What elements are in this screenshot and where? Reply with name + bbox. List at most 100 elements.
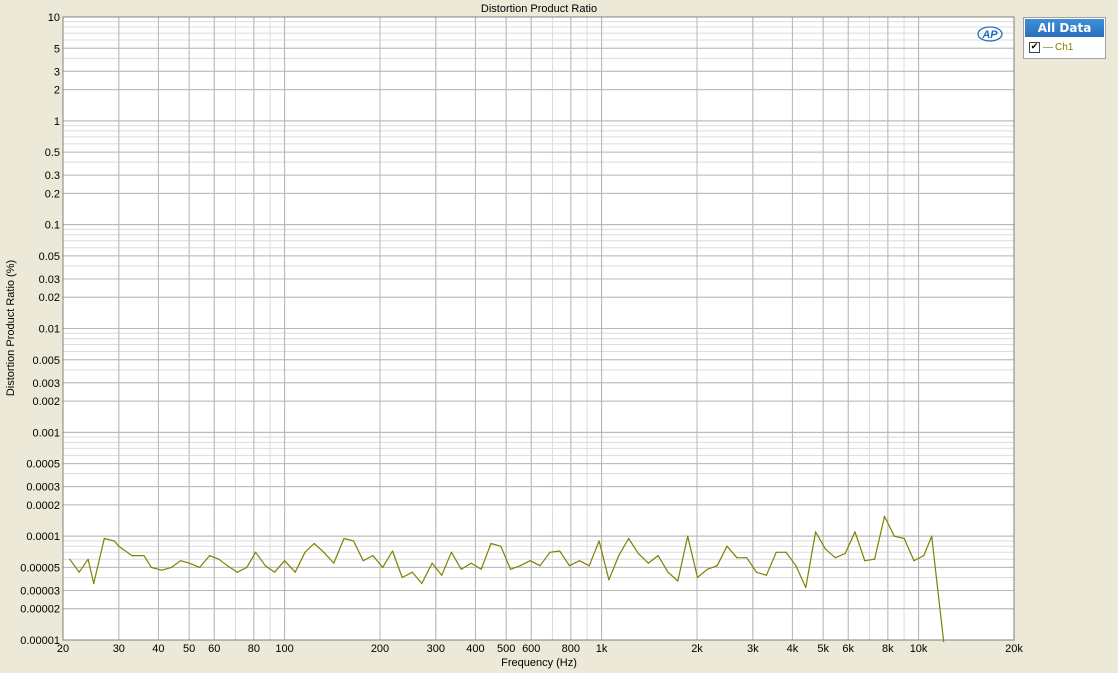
data-point [294,571,296,573]
y-tick-label: 0.001 [32,427,60,439]
y-tick-label: 0.005 [32,355,60,367]
data-point [854,531,856,533]
data-point [490,542,492,545]
legend-header[interactable]: All Data [1025,19,1104,37]
data-point [903,537,905,540]
x-tick-label: 10k [910,643,928,655]
legend: All Data ✔ — Ch1 [1023,17,1106,59]
data-point [696,576,699,579]
legend-item-ch1[interactable]: ✔ — Ch1 [1024,38,1105,56]
y-tick-label: 0.2 [45,188,60,200]
data-point [931,535,933,537]
x-tick-label: 600 [522,643,540,655]
y-tick-label: 1 [54,116,60,128]
data-point [657,554,659,557]
data-point [628,537,630,540]
y-tick-label: 0.003 [32,378,60,390]
data-point [559,550,561,552]
x-tick-label: 500 [497,643,515,655]
x-tick-label: 4k [787,643,799,655]
y-tick-label: 0.01 [39,324,60,336]
data-point [343,537,345,540]
data-point [333,562,335,564]
data-point [103,537,105,540]
data-point [864,560,866,562]
x-tick-label: 8k [882,643,894,655]
y-tick-label: 3 [54,66,60,78]
checkbox-icon[interactable]: ✔ [1029,41,1040,53]
data-point [170,566,173,569]
chart: 10 5 3 2 1 0.5 0.3 0.2 0.1 0.05 0.03 0.02 0.01 0.005 0… [5,3,1023,669]
y-tick-label: 0.00003 [20,585,60,597]
x-tick-label: 5k [817,643,829,655]
data-point [87,558,89,560]
y-tick-label: 0.002 [32,396,60,408]
data-point [677,580,679,582]
data-point [273,571,276,573]
y-tick-label: 0.1 [45,220,60,232]
data-point [313,542,315,545]
x-tick-label: 30 [113,643,125,655]
x-tick-label: 60 [208,643,220,655]
y-tick-label: 0.0002 [26,500,60,512]
data-point [618,554,620,557]
data-point [814,531,817,533]
data-point [500,545,502,547]
chart-title: Distortion Product Ratio [481,3,597,15]
x-tick-label: 3k [747,643,759,655]
y-tick-label: 0.00005 [20,562,60,574]
y-tick-label: 5 [54,43,60,55]
data-point [236,571,239,573]
data-point [421,582,423,585]
data-point [180,560,182,562]
y-axis-ticks: 10 5 3 2 1 0.5 0.3 0.2 0.1 0.05 0.03 0.02 0.01 0.005 0… [20,12,60,647]
y-tick-label: 0.0003 [26,482,60,494]
x-tick-label: 400 [466,643,484,655]
data-point [150,566,152,569]
data-point [568,565,571,567]
y-tick-label: 0.05 [39,251,60,263]
data-point [304,551,306,553]
data-point [431,562,433,564]
data-point [283,560,286,562]
series-line-icon: — [1043,41,1053,53]
data-point [372,554,374,557]
data-point [441,574,443,576]
data-point [529,560,531,562]
logo-text: AP [981,29,998,41]
data-point [647,562,649,564]
data-point [706,568,708,570]
legend-label: Ch1 [1055,41,1074,53]
data-point [765,574,768,576]
data-point [923,554,925,557]
data-point [637,552,640,555]
data-point [118,545,120,547]
x-axis-label: Frequency (Hz) [501,657,577,669]
data-point [785,551,787,553]
x-tick-label: 200 [371,643,389,655]
x-tick-label: 1k [596,643,608,655]
x-tick-label: 2k [691,643,703,655]
data-point [608,579,610,581]
y-tick-label: 0.0005 [26,459,60,471]
x-tick-label: 800 [562,643,580,655]
data-point [775,551,777,553]
data-point [188,562,190,564]
x-tick-label: 20 [57,643,69,655]
data-point [161,569,163,571]
data-point [460,568,462,570]
y-tick-label: 0.03 [39,274,60,286]
data-point [755,571,758,573]
x-tick-label: 6k [842,643,854,655]
data-point [913,560,915,562]
data-point [539,565,541,567]
data-point [143,554,145,557]
data-point [113,540,115,542]
y-tick-label: 0.00002 [20,604,60,616]
data-point [323,551,325,553]
data-point [69,558,71,560]
data-point [264,565,267,567]
data-point [480,568,482,570]
x-axis-ticks: 20 30 40 50 60 80 100 200 300 400 500 600 800 1k 2k 3k 4… [57,643,1023,655]
data-point [824,548,827,550]
